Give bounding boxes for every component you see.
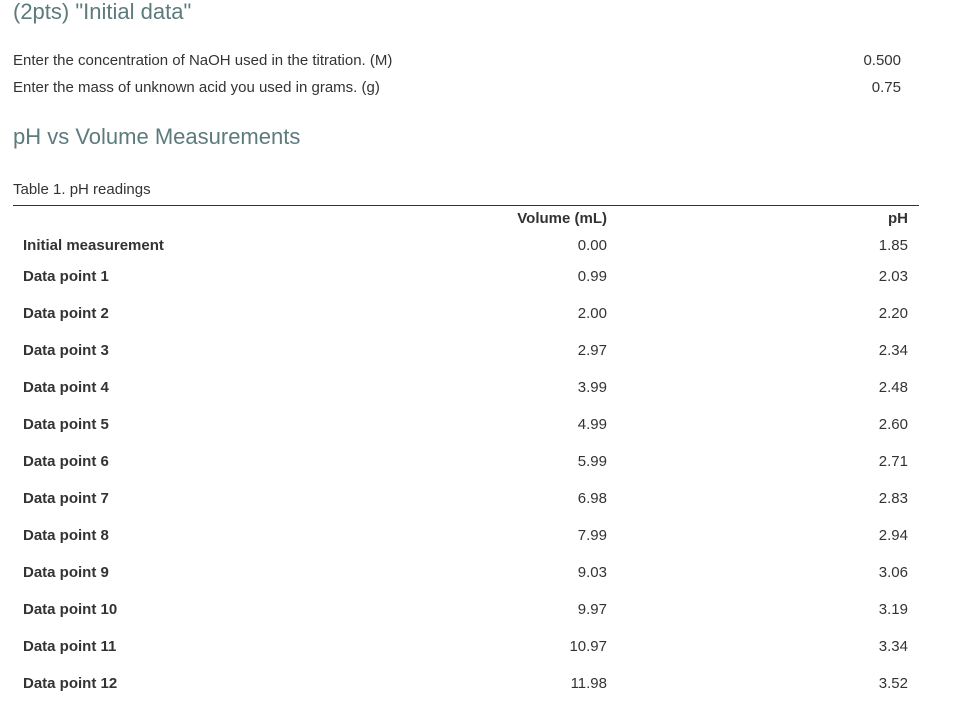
- row-label: Data point 12: [23, 675, 118, 692]
- initial-data-title: (2pts) "Initial data": [13, 0, 192, 24]
- ph-volume-section-title: pH vs Volume Measurements: [13, 124, 301, 149]
- row-label: Data point 1: [23, 268, 109, 285]
- table-row: Data point 11 10.97 3.34: [13, 638, 919, 675]
- table-row: Data point 5 4.99 2.60: [13, 416, 919, 453]
- ph-cell[interactable]: 3.19: [607, 601, 919, 638]
- table-row: Data point 12 11.98 3.52: [13, 675, 919, 712]
- row-label: Data point 5: [23, 416, 109, 433]
- acid-mass-row: Enter the mass of unknown acid you used …: [13, 79, 901, 99]
- row-label: Data point 7: [23, 490, 109, 507]
- naoh-concentration-label: Enter the concentration of NaOH used in …: [13, 52, 393, 69]
- table-header-row: Volume (mL) pH: [13, 206, 919, 231]
- table-row: Data point 8 7.99 2.94: [13, 527, 919, 564]
- naoh-concentration-row: Enter the concentration of NaOH used in …: [13, 52, 901, 72]
- table-row: Data point 9 9.03 3.06: [13, 564, 919, 601]
- header-row-label: [13, 206, 263, 231]
- ph-cell[interactable]: 2.48: [607, 379, 919, 416]
- ph-readings-table: Volume (mL) pH Initial measurement 0.00 1.…: [13, 206, 919, 712]
- volume-cell[interactable]: 6.98: [263, 490, 607, 527]
- row-label: Data point 6: [23, 453, 109, 470]
- row-label: Data point 4: [23, 379, 109, 396]
- table-row: Data point 2 2.00 2.20: [13, 305, 919, 342]
- ph-cell[interactable]: 2.20: [607, 305, 919, 342]
- volume-cell[interactable]: 0.99: [263, 268, 607, 305]
- volume-cell[interactable]: 2.97: [263, 342, 607, 379]
- row-label: Initial measurement: [23, 237, 164, 254]
- naoh-concentration-value[interactable]: 0.500: [863, 52, 901, 69]
- table-row: Data point 3 2.97 2.34: [13, 342, 919, 379]
- acid-mass-value[interactable]: 0.75: [872, 79, 901, 96]
- table-row: Data point 1 0.99 2.03: [13, 268, 919, 305]
- volume-cell[interactable]: 7.99: [263, 527, 607, 564]
- header-ph: pH: [888, 210, 908, 227]
- ph-cell[interactable]: 2.34: [607, 342, 919, 379]
- table-row: Data point 4 3.99 2.48: [13, 379, 919, 416]
- volume-cell[interactable]: 10.97: [263, 638, 607, 675]
- table-row: Data point 10 9.97 3.19: [13, 601, 919, 638]
- ph-cell[interactable]: 3.52: [607, 675, 919, 712]
- table-caption: Table 1. pH readings: [13, 181, 151, 198]
- volume-cell[interactable]: 0.00: [263, 231, 607, 268]
- ph-cell[interactable]: 2.83: [607, 490, 919, 527]
- ph-cell[interactable]: 3.06: [607, 564, 919, 601]
- row-label: Data point 8: [23, 527, 109, 544]
- row-label: Data point 11: [23, 638, 117, 655]
- volume-cell[interactable]: 5.99: [263, 453, 607, 490]
- volume-cell[interactable]: 2.00: [263, 305, 607, 342]
- volume-cell[interactable]: 9.97: [263, 601, 607, 638]
- volume-cell[interactable]: 9.03: [263, 564, 607, 601]
- header-volume: Volume (mL): [517, 210, 607, 227]
- table-row: Initial measurement 0.00 1.85: [13, 231, 919, 268]
- table-row: Data point 6 5.99 2.71: [13, 453, 919, 490]
- volume-cell[interactable]: 3.99: [263, 379, 607, 416]
- ph-cell[interactable]: 1.85: [607, 231, 919, 268]
- table-row: Data point 7 6.98 2.83: [13, 490, 919, 527]
- acid-mass-label: Enter the mass of unknown acid you used …: [13, 79, 380, 96]
- row-label: Data point 2: [23, 305, 109, 322]
- row-label: Data point 3: [23, 342, 109, 359]
- volume-cell[interactable]: 4.99: [263, 416, 607, 453]
- row-label: Data point 10: [23, 601, 118, 618]
- ph-cell[interactable]: 2.03: [607, 268, 919, 305]
- ph-cell[interactable]: 3.34: [607, 638, 919, 675]
- row-label: Data point 9: [23, 564, 109, 581]
- ph-cell[interactable]: 2.71: [607, 453, 919, 490]
- ph-cell[interactable]: 2.60: [607, 416, 919, 453]
- ph-cell[interactable]: 2.94: [607, 527, 919, 564]
- volume-cell[interactable]: 11.98: [263, 675, 607, 712]
